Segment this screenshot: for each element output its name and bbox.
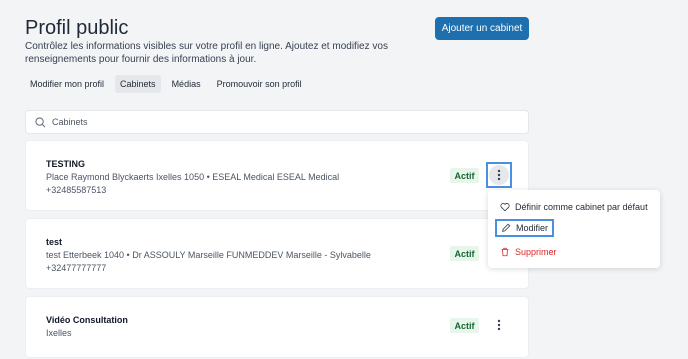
menu-item-label: Définir comme cabinet par défaut <box>515 202 648 212</box>
status-badge: Actif <box>450 246 479 261</box>
cabinet-card: test test Etterbeek 1040 • Dr ASSOULY Ma… <box>25 218 529 289</box>
cabinet-phone: +32477777777 <box>46 263 107 273</box>
page-title: Profil public <box>25 17 129 39</box>
tab-modifier-mon-profil[interactable]: Modifier mon profil <box>25 75 109 93</box>
trash-icon <box>501 247 509 257</box>
page-description: Contrôlez les informations visibles sur … <box>25 41 388 65</box>
more-vertical-icon <box>497 169 501 181</box>
cabinet-address: Place Raymond Blyckaerts Ixelles 1050 • … <box>46 172 340 182</box>
cabinet-card: Vidéo Consultation Ixelles Actif <box>25 296 529 358</box>
status-badge: Actif <box>450 168 479 183</box>
menu-item-set-default[interactable]: Définir comme cabinet par défaut <box>496 200 652 214</box>
cabinet-phone: +32485587513 <box>46 185 107 195</box>
tab-bar: Modifier mon profil Cabinets Médias Prom… <box>25 75 307 93</box>
status-badge: Actif <box>450 318 479 333</box>
cabinet-name: test <box>46 237 63 247</box>
pencil-icon <box>502 223 511 232</box>
more-options-button[interactable] <box>486 162 512 188</box>
cabinet-name: TESTING <box>46 159 86 169</box>
menu-item-supprimer[interactable]: Supprimer <box>496 245 561 259</box>
cabinet-address: test Etterbeek 1040 • Dr ASSOULY Marseil… <box>46 250 371 260</box>
more-vertical-icon <box>497 319 501 331</box>
cabinet-name: Vidéo Consultation <box>46 315 128 325</box>
cabinet-actions-menu: Définir comme cabinet par défaut Modifie… <box>488 190 660 268</box>
more-options-button[interactable] <box>486 312 512 338</box>
search-bar <box>25 110 529 134</box>
search-icon <box>35 116 46 127</box>
tab-cabinets[interactable]: Cabinets <box>115 75 161 93</box>
cabinet-card: TESTING Place Raymond Blyckaerts Ixelles… <box>25 140 529 211</box>
menu-item-label: Modifier <box>516 223 549 233</box>
menu-item-label: Supprimer <box>515 247 557 257</box>
search-input[interactable] <box>52 117 472 127</box>
tab-medias[interactable]: Médias <box>167 75 206 93</box>
cabinet-address: Ixelles <box>46 328 72 338</box>
heart-icon <box>500 203 510 212</box>
tab-promouvoir-son-profil[interactable]: Promouvoir son profil <box>212 75 307 93</box>
add-cabinet-button[interactable]: Ajouter un cabinet <box>435 17 529 40</box>
menu-item-modifier[interactable]: Modifier <box>495 219 555 237</box>
